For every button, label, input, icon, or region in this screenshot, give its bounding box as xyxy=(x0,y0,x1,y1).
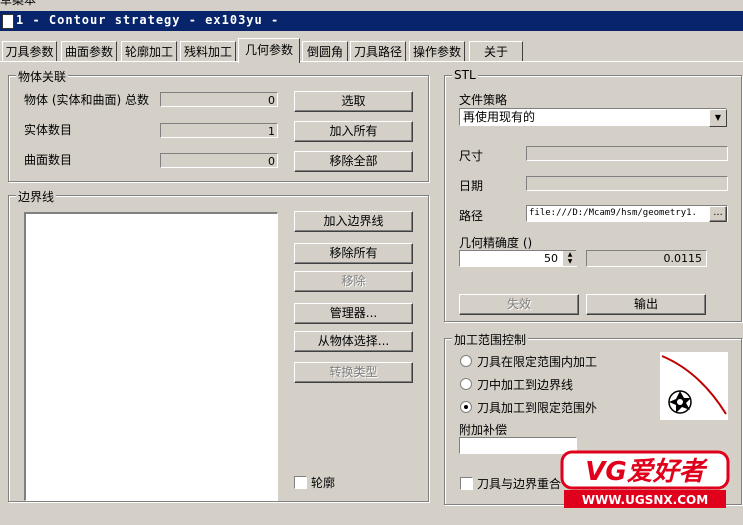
objects-legend: 物体关联 xyxy=(16,68,69,85)
size-label: 尺寸 xyxy=(459,149,484,163)
contour-checkbox[interactable] xyxy=(294,476,307,489)
add-all-button[interactable]: 加入所有 xyxy=(294,121,413,142)
coincide-checkbox[interactable] xyxy=(460,477,473,490)
radio-to-boundary-label: 刀中加工到边界线 xyxy=(477,378,574,392)
date-label: 日期 xyxy=(459,179,484,193)
invalidate-button[interactable]: 失效 xyxy=(459,294,579,315)
contour-checkbox-label: 轮廓 xyxy=(311,476,336,490)
radio-inside-range[interactable] xyxy=(460,355,472,367)
export-button[interactable]: 输出 xyxy=(586,294,706,315)
window-icon xyxy=(2,14,14,29)
remove-boundary-button[interactable]: 移除 xyxy=(294,271,413,292)
browse-path-button[interactable]: ... xyxy=(709,206,727,222)
size-field xyxy=(526,146,728,161)
tab-divider xyxy=(0,61,743,62)
add-boundary-button[interactable]: 加入边界线 xyxy=(294,211,413,232)
cutter-boundary-icon xyxy=(660,352,728,420)
file-policy-label: 文件策略 xyxy=(459,93,508,107)
file-policy-select[interactable]: 再使用现有的 xyxy=(459,108,727,126)
tab-fillet[interactable]: 倒圆角 xyxy=(302,41,348,62)
select-from-object-button[interactable]: 从物体选择... xyxy=(294,331,413,352)
radio-to-boundary[interactable] xyxy=(460,378,472,390)
path-label: 路径 xyxy=(459,209,484,223)
ugsnx-watermark-logo: VG爱好者 WWW.UGSNX.COM xyxy=(560,450,730,508)
watermark-url: WWW.UGSNX.COM xyxy=(582,493,708,507)
boundary-list[interactable] xyxy=(24,212,278,501)
window-title: 1 - Contour strategy - ex103yu - xyxy=(16,13,280,27)
tab-contour-machining[interactable]: 轮廓加工 xyxy=(121,41,177,62)
watermark-logo-text: VG爱好者 xyxy=(585,457,708,487)
tolerance-spinner[interactable]: ▲ ▼ xyxy=(562,251,577,266)
tab-rest-machining[interactable]: 残料加工 xyxy=(180,41,236,62)
tolerance-result-field: 0.0115 xyxy=(586,250,707,267)
convert-type-button[interactable]: 转换类型 xyxy=(294,362,413,383)
tab-toolpath[interactable]: 刀具路径 xyxy=(350,41,406,62)
tab-operation-params[interactable]: 操作参数 xyxy=(409,41,465,62)
surfaces-count-label: 曲面数目 xyxy=(24,153,73,167)
tolerance-input[interactable]: 50 xyxy=(459,250,577,267)
radio-inside-range-label: 刀具在限定范围内加工 xyxy=(477,355,598,369)
range-control-legend: 加工范围控制 xyxy=(452,331,529,348)
radio-outside-range-label: 刀具加工到限定范围外 xyxy=(477,401,598,415)
stl-legend: STL xyxy=(452,68,478,82)
remove-all-button[interactable]: 移除全部 xyxy=(294,151,413,172)
total-objects-label: 物体 (实体和曲面) 总数 xyxy=(24,93,149,107)
solids-count-label: 实体数目 xyxy=(24,123,73,137)
chevron-down-icon[interactable]: ▼ xyxy=(709,109,727,127)
select-button[interactable]: 选取 xyxy=(294,91,413,112)
offset-label: 附加补偿 xyxy=(459,423,508,437)
total-objects-field: 0 xyxy=(160,92,278,107)
coincide-checkbox-label: 刀具与边界重合 xyxy=(477,477,562,491)
tolerance-label: 几何精确度 () xyxy=(459,236,533,250)
manager-button[interactable]: 管理器... xyxy=(294,303,413,324)
boundary-legend: 边界线 xyxy=(16,188,57,205)
surfaces-count-field: 0 xyxy=(160,153,278,168)
radio-outside-range[interactable] xyxy=(460,401,472,413)
cut-off-text: 草案本 xyxy=(0,0,37,7)
tab-geometry-params[interactable]: 几何参数 xyxy=(238,38,300,63)
solids-count-field: 1 xyxy=(160,123,278,138)
tab-surface-params[interactable]: 曲面参数 xyxy=(61,41,117,62)
tab-about[interactable]: 关于 xyxy=(469,41,523,62)
tab-tool-params[interactable]: 刀具参数 xyxy=(2,41,57,62)
path-field[interactable]: file:///D:/Mcam9/hsm/geometry1. xyxy=(526,205,728,222)
remove-all-boundaries-button[interactable]: 移除所有 xyxy=(294,243,413,264)
date-field xyxy=(526,176,728,191)
